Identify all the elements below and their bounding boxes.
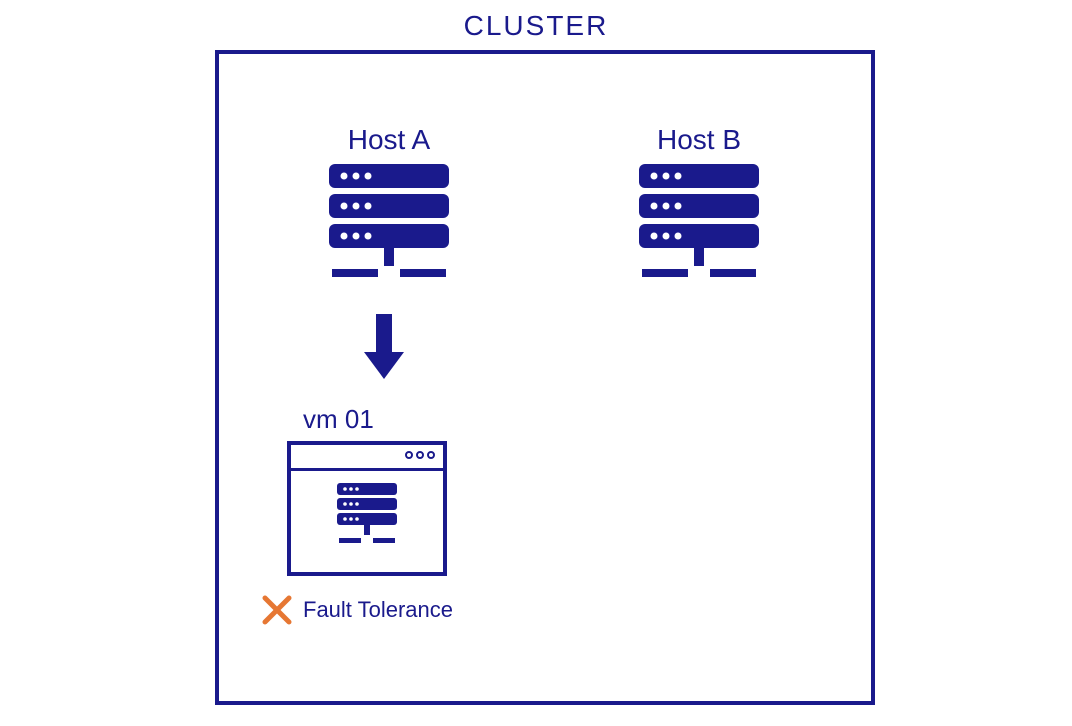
host-a-label: Host A (309, 124, 469, 156)
server-icon (324, 164, 454, 284)
vm-inner-server-icon (332, 483, 402, 548)
arrow-down-icon (359, 314, 409, 384)
server-icon (634, 164, 764, 284)
vm-window-dots (405, 451, 435, 459)
vm-label: vm 01 (303, 404, 449, 435)
x-icon (261, 594, 293, 626)
fault-tolerance-label: Fault Tolerance (303, 597, 453, 623)
host-a-block: Host A (309, 124, 469, 284)
cluster-title: CLUSTER (0, 10, 1072, 42)
fault-tolerance-row: Fault Tolerance (261, 594, 453, 626)
vm-block: vm 01 (279, 404, 449, 576)
host-b-label: Host B (619, 124, 779, 156)
vm-window-icon (287, 441, 447, 576)
vm-window-header (291, 445, 443, 471)
cluster-box: Host A Host B (215, 50, 875, 705)
host-b-block: Host B (619, 124, 779, 284)
